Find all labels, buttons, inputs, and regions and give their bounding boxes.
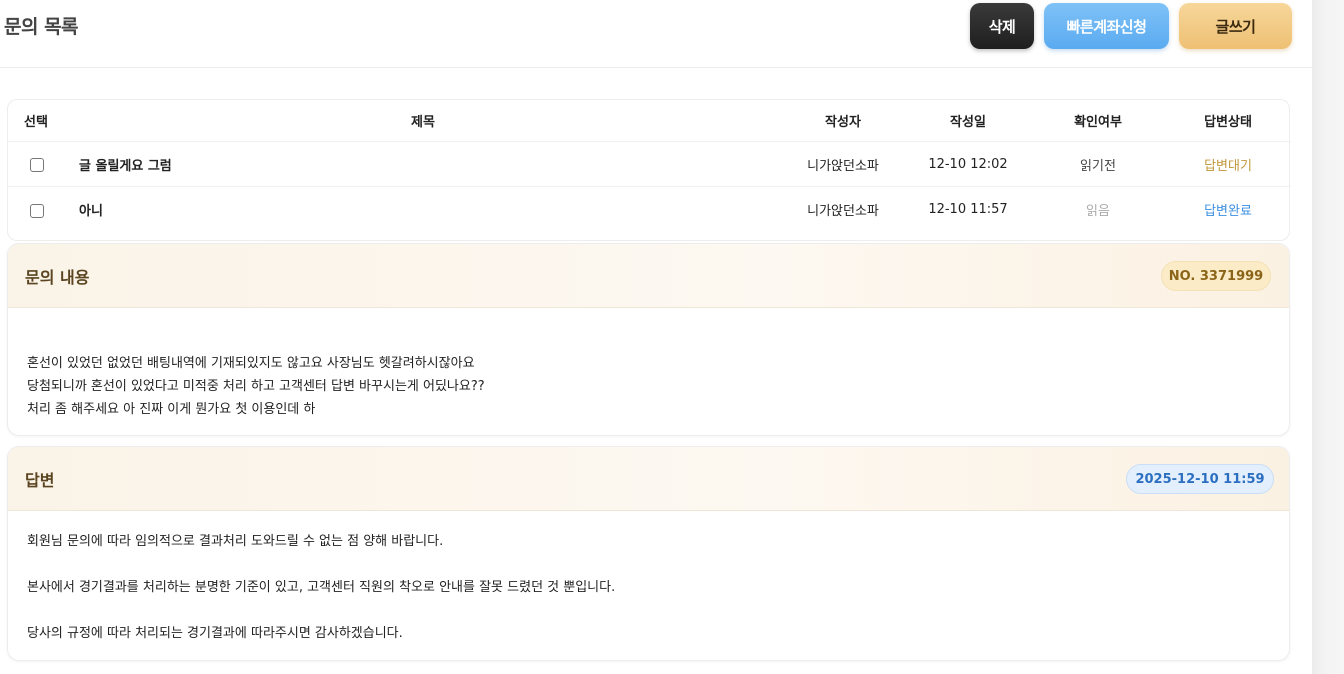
row-checkbox[interactable]: [30, 203, 44, 218]
column-read: 확인여부: [1074, 115, 1122, 130]
write-button[interactable]: 글쓰기: [1179, 3, 1292, 49]
page-title: 문의 목록: [4, 16, 79, 38]
answer-line: 회원님 문의에 따라 임의적으로 결과처리 도와드릴 수 없는 점 양해 바랍니…: [27, 534, 444, 549]
inquiry-body: 혼선이 있었던 없었던 배팅내역에 기재되있지도 않고요 사장님도 헷갈려하시잖…: [27, 352, 485, 421]
answer-title: 답변: [25, 471, 55, 490]
inquiry-line: 혼선이 있었던 없었던 배팅내역에 기재되있지도 않고요 사장님도 헷갈려하시잖…: [27, 356, 475, 371]
row-select: [24, 142, 64, 186]
answer-body: 회원님 문의에 따라 임의적으로 결과처리 도와드릴 수 없는 점 양해 바랍니…: [27, 532, 616, 660]
row-checkbox[interactable]: [30, 158, 44, 172]
table-row[interactable]: 아니 니가앉던소파 12-10 11:57 읽음 답변완료: [8, 187, 1291, 232]
inquiry-list: 선택 제목 작성자 작성일 확인여부 답변상태 글 올릴게요 그럼 니가앉던소파…: [7, 99, 1291, 241]
inquiry-title: 문의 내용: [25, 268, 90, 287]
row-author: 니가앉던소파: [807, 204, 879, 219]
row-answer-status: 답변완료: [1204, 204, 1252, 219]
row-title[interactable]: 글 올릴게요 그럼: [79, 142, 679, 186]
answer-line: 본사에서 경기결과를 처리하는 분명한 기준이 있고, 고객센터 직원의 착오로…: [27, 580, 616, 595]
column-status: 답변상태: [1204, 115, 1252, 130]
column-select: 선택: [24, 115, 48, 130]
table-row[interactable]: 글 올릴게요 그럼 니가앉던소파 12-10 12:02 읽기전 답변대기: [8, 142, 1291, 187]
column-date: 작성일: [950, 115, 986, 130]
answer-date-badge: 2025-12-10 11:59: [1126, 464, 1274, 494]
answer-line: 당사의 규정에 따라 처리되는 경기결과에 따라주시면 감사하겠습니다.: [27, 626, 403, 641]
answer-header: 답변 2025-12-10 11:59: [8, 447, 1289, 511]
inquiry-line: 처리 좀 해주세요 아 진짜 이게 뭔가요 첫 이용인데 하: [27, 402, 316, 417]
row-select: [24, 187, 64, 232]
inquiry-header: 문의 내용 NO. 3371999: [8, 244, 1289, 308]
page: 문의 목록 삭제 빠른계좌신청 글쓰기 선택 제목 작성자 작성일 확인여부 답…: [0, 0, 1312, 674]
delete-button[interactable]: 삭제: [970, 3, 1034, 49]
page-scroll-gutter: [1312, 0, 1344, 674]
row-read-status: 읽기전: [1080, 158, 1116, 174]
inquiry-line: 당첨되니까 혼선이 있었다고 미적중 처리 하고 고객센터 답변 바꾸시는게 어…: [27, 379, 485, 394]
column-author: 작성자: [825, 115, 861, 130]
column-title: 제목: [411, 115, 435, 130]
row-author: 니가앉던소파: [807, 158, 879, 174]
table-header: 선택 제목 작성자 작성일 확인여부 답변상태: [8, 100, 1291, 142]
fast-account-button[interactable]: 빠른계좌신청: [1044, 3, 1169, 49]
row-date: 12-10 11:57: [928, 202, 1008, 217]
row-title[interactable]: 아니: [79, 187, 679, 232]
inquiry-number-badge: NO. 3371999: [1161, 261, 1271, 291]
row-read-status: 읽음: [1086, 204, 1110, 219]
row-answer-status: 답변대기: [1204, 158, 1252, 174]
top-bar: 문의 목록 삭제 빠른계좌신청 글쓰기: [0, 0, 1312, 68]
row-date: 12-10 12:02: [928, 156, 1008, 172]
answer-panel: 답변 2025-12-10 11:59 회원님 문의에 따라 임의적으로 결과처…: [7, 446, 1290, 661]
inquiry-content-panel: 문의 내용 NO. 3371999 혼선이 있었던 없었던 배팅내역에 기재되있…: [7, 243, 1290, 436]
